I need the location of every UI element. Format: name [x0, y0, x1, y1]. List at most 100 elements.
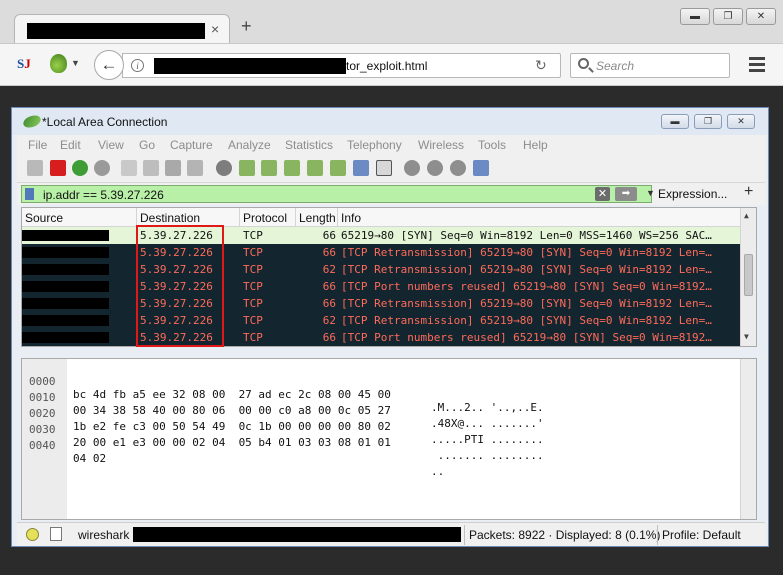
- hex-ascii[interactable]: .....PTI ........: [431, 433, 544, 446]
- hex-bytes[interactable]: 20 00 e1 e3 00 00 02 04 05 b4 01 03 03 0…: [73, 436, 391, 449]
- close-file-icon[interactable]: [165, 160, 181, 176]
- restart-capture-icon[interactable]: [72, 160, 88, 176]
- column-source[interactable]: Source: [25, 211, 63, 225]
- menu-statistics[interactable]: Statistics: [285, 138, 333, 152]
- menu-tools[interactable]: Tools: [478, 138, 506, 152]
- new-tab-button[interactable]: +: [241, 17, 252, 35]
- clear-filter-icon[interactable]: ✕: [595, 187, 610, 201]
- zoom-out-icon[interactable]: [427, 160, 443, 176]
- menu-capture[interactable]: Capture: [170, 138, 213, 152]
- hex-ascii[interactable]: .M...2.. '..,..E.: [431, 401, 544, 414]
- packet-destination: 5.39.27.226: [140, 314, 213, 327]
- go-back-icon[interactable]: [239, 160, 255, 176]
- resize-columns-icon[interactable]: [473, 160, 489, 176]
- chevron-down-icon[interactable]: ▼: [646, 188, 655, 198]
- packet-row[interactable]: 5.39.27.226 TCP 66 [TCP Retransmission] …: [22, 295, 740, 312]
- menu-edit[interactable]: Edit: [60, 138, 81, 152]
- zoom-in-icon[interactable]: [404, 160, 420, 176]
- chevron-down-icon[interactable]: ▼: [71, 58, 80, 68]
- display-filter-text[interactable]: ip.addr == 5.39.27.226: [43, 188, 164, 202]
- last-packet-icon[interactable]: [330, 160, 346, 176]
- packet-row[interactable]: 5.39.27.226 TCP 62 [TCP Retransmission] …: [22, 312, 740, 329]
- hex-ascii[interactable]: .48X@... .......': [431, 417, 544, 430]
- hex-bytes[interactable]: bc 4d fb a5 ee 32 08 00 27 ad ec 2c 08 0…: [73, 388, 391, 401]
- open-file-icon[interactable]: [121, 160, 137, 176]
- search-input[interactable]: Search: [570, 53, 730, 78]
- bookmark-icon[interactable]: [25, 188, 34, 200]
- browser-toolbar: SJ ▼ i tor_exploit.html ↻ ← Search: [0, 43, 783, 86]
- menu-help[interactable]: Help: [523, 138, 548, 152]
- packet-row[interactable]: 5.39.27.226 TCP 62 [TCP Retransmission] …: [22, 261, 740, 278]
- menu-analyze[interactable]: Analyze: [228, 138, 271, 152]
- scroll-down-icon[interactable]: ▼: [744, 332, 749, 341]
- expression-button[interactable]: Expression...: [658, 187, 727, 201]
- scrollbar-thumb[interactable]: [744, 254, 753, 296]
- save-file-icon[interactable]: [143, 160, 159, 176]
- column-protocol[interactable]: Protocol: [243, 211, 287, 225]
- url-bar[interactable]: i tor_exploit.html ↻: [122, 53, 561, 78]
- back-button[interactable]: ←: [94, 50, 124, 80]
- capture-options-icon[interactable]: [94, 160, 110, 176]
- menubar: File Edit View Go Capture Analyze Statis…: [17, 135, 765, 155]
- ws-maximize-button[interactable]: ❐: [694, 114, 722, 129]
- find-packet-icon[interactable]: [216, 160, 232, 176]
- tab-close-icon[interactable]: ×: [211, 21, 219, 37]
- go-forward-icon[interactable]: [261, 160, 277, 176]
- tab-title-redacted: [27, 23, 205, 39]
- profile-status[interactable]: Profile: Default: [662, 528, 741, 542]
- packet-row[interactable]: 5.39.27.226 TCP 66 [TCP Retransmission] …: [22, 244, 740, 261]
- reload-file-icon[interactable]: [187, 160, 203, 176]
- hex-bytes[interactable]: 04 02: [73, 452, 106, 465]
- autoscroll-icon[interactable]: [353, 160, 369, 176]
- source-redacted: [22, 247, 109, 258]
- start-capture-icon[interactable]: [27, 160, 43, 176]
- column-info[interactable]: Info: [341, 211, 361, 225]
- packet-list[interactable]: Source Destination Protocol Length Info …: [21, 207, 757, 347]
- menu-wireless[interactable]: Wireless: [418, 138, 464, 152]
- packet-row[interactable]: 5.39.27.226 TCP 66 [TCP Port numbers reu…: [22, 278, 740, 295]
- menu-go[interactable]: Go: [139, 138, 155, 152]
- bytes-scrollbar[interactable]: [740, 359, 756, 519]
- extension-sj-icon[interactable]: SJ: [17, 56, 31, 72]
- browser-close-button[interactable]: ✕: [746, 8, 776, 25]
- browser-minimize-button[interactable]: ▬: [680, 8, 710, 25]
- column-length[interactable]: Length: [299, 211, 336, 225]
- colorize-icon[interactable]: [376, 160, 392, 176]
- hex-line: 0030 20 00 e1 e3 00 00 02 04 05 b4 01 03…: [22, 410, 544, 462]
- normal-size-icon[interactable]: [450, 160, 466, 176]
- apply-filter-icon[interactable]: ➡: [615, 187, 637, 201]
- packet-list-scrollbar[interactable]: ▲ ▼: [740, 208, 756, 346]
- ws-close-button[interactable]: ✕: [727, 114, 755, 129]
- onion-icon[interactable]: [50, 54, 67, 73]
- packet-row[interactable]: 5.39.27.226 TCP 66 [TCP Port numbers reu…: [22, 329, 740, 346]
- hex-ascii[interactable]: ..: [431, 465, 444, 478]
- scroll-up-icon[interactable]: ▲: [744, 211, 749, 220]
- browser-tab[interactable]: ×: [14, 14, 230, 44]
- go-to-packet-icon[interactable]: [284, 160, 300, 176]
- expert-info-icon[interactable]: [26, 528, 39, 541]
- ws-minimize-button[interactable]: ▬: [661, 114, 689, 129]
- first-packet-icon[interactable]: [307, 160, 323, 176]
- menu-icon[interactable]: [749, 57, 765, 75]
- display-filter-input[interactable]: ip.addr == 5.39.27.226 ✕ ➡ ▼: [21, 185, 655, 203]
- capture-comment-icon[interactable]: [50, 527, 62, 541]
- hex-bytes[interactable]: 00 34 38 58 40 00 80 06 00 00 c0 a8 00 0…: [73, 404, 391, 417]
- packet-bytes-pane[interactable]: 0000 bc 4d fb a5 ee 32 08 00 27 ad ec 2c…: [21, 358, 757, 520]
- url-text[interactable]: tor_exploit.html: [346, 59, 427, 73]
- browser-maximize-button[interactable]: ❐: [713, 8, 743, 25]
- menu-file[interactable]: File: [28, 138, 47, 152]
- menu-telephony[interactable]: Telephony: [347, 138, 402, 152]
- packet-length: 66: [322, 280, 336, 293]
- source-redacted: [22, 298, 109, 309]
- add-filter-button[interactable]: +: [744, 184, 753, 200]
- hex-bytes[interactable]: 1b e2 fe c3 00 50 54 49 0c 1b 00 00 00 0…: [73, 420, 391, 433]
- reload-icon[interactable]: ↻: [535, 57, 547, 74]
- column-destination[interactable]: Destination: [140, 211, 200, 225]
- hex-ascii[interactable]: ....... ........: [431, 449, 544, 462]
- menu-view[interactable]: View: [98, 138, 124, 152]
- packet-row[interactable]: 5.39.27.226 TCP 66 65219→80 [SYN] Seq=0 …: [22, 227, 740, 244]
- search-placeholder: Search: [596, 59, 635, 73]
- info-icon[interactable]: i: [131, 59, 144, 72]
- stop-capture-icon[interactable]: [50, 160, 66, 176]
- hex-line: 0010 00 34 38 58 40 00 80 06 00 00 c0 a8…: [22, 378, 544, 430]
